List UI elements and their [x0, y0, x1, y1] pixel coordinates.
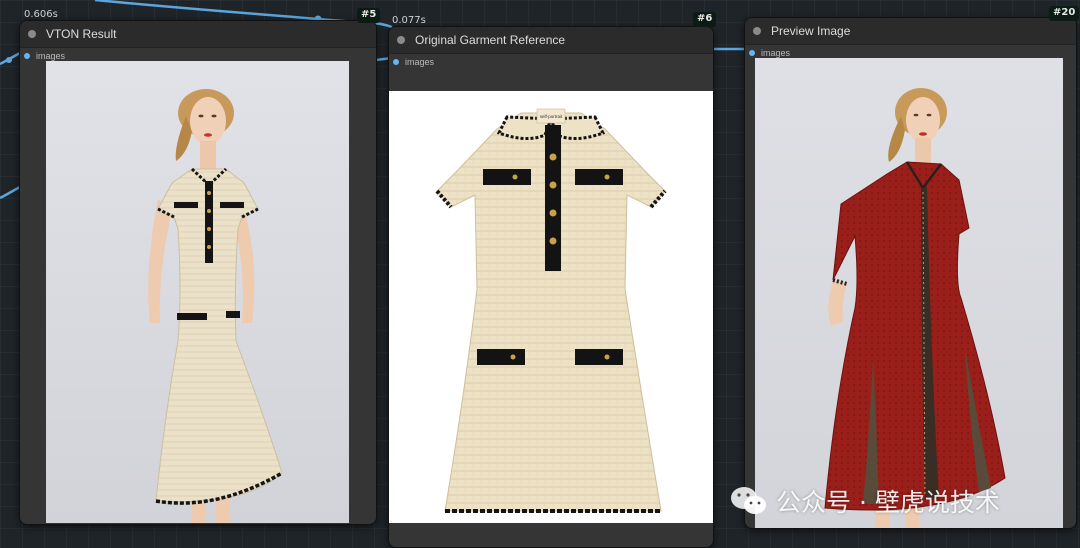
- node-title: VTON Result: [46, 27, 117, 41]
- collapse-dot-icon[interactable]: [397, 36, 405, 44]
- node-timing: 0.077s: [392, 15, 426, 26]
- slot-label: images: [405, 57, 435, 67]
- output-slot[interactable]: images: [389, 54, 713, 70]
- preview-model-image: [755, 58, 1063, 528]
- wechat-icon: [731, 487, 766, 514]
- node-header[interactable]: Preview Image: [745, 18, 1076, 45]
- node-header[interactable]: VTON Result: [20, 21, 376, 48]
- slot-connector-icon[interactable]: [24, 53, 30, 59]
- watermark-text: 公众号 · 壁虎说技术: [776, 488, 1000, 517]
- watermark: 公众号 · 壁虎说技术: [730, 483, 1000, 519]
- node-timing: 0.606s: [24, 9, 58, 20]
- node-header[interactable]: Original Garment Reference: [389, 27, 713, 54]
- slot-connector-icon[interactable]: [393, 59, 399, 65]
- node-id-badge: #20: [1049, 6, 1080, 21]
- slot-label: images: [761, 48, 791, 58]
- node-title: Original Garment Reference: [415, 33, 566, 47]
- vton-result-image: [46, 61, 349, 523]
- slot-label: images: [36, 51, 66, 61]
- node-vton-result[interactable]: VTON Result images: [19, 20, 377, 525]
- node-title: Preview Image: [771, 24, 851, 38]
- garment-reference-image: self-portrait: [389, 91, 713, 523]
- link-endpoint: [6, 57, 12, 63]
- collapse-dot-icon[interactable]: [753, 27, 761, 35]
- garment-tag-label: self-portrait: [540, 114, 563, 119]
- node-preview-image[interactable]: Preview Image images: [744, 17, 1077, 529]
- collapse-dot-icon[interactable]: [28, 30, 36, 38]
- node-id-badge: #6: [693, 12, 717, 27]
- node-id-badge: #5: [357, 8, 381, 23]
- node-original-garment-reference[interactable]: Original Garment Reference images self-p…: [388, 26, 714, 548]
- slot-connector-icon[interactable]: [749, 50, 755, 56]
